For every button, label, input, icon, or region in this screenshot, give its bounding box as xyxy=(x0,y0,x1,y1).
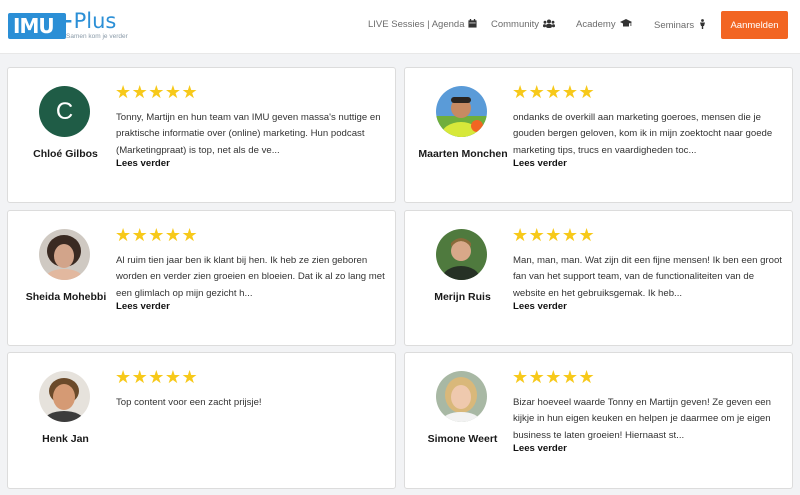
reviewer-name: Maarten Monchen xyxy=(418,148,508,160)
avatar xyxy=(436,229,487,280)
nav-community-label: Community xyxy=(491,19,540,30)
review-card: Merijn Ruis ★★★★★ Man, man, man. Wat zij… xyxy=(404,210,793,346)
review-text: Al ruim tien jaar ben ik klant bij hen. … xyxy=(116,255,385,299)
site-header: IMU +Plus Samen kom je verder LIVE Sessi… xyxy=(0,0,800,54)
avatar xyxy=(436,86,487,137)
logo-plus-text: +Plus xyxy=(56,9,117,33)
star-rating: ★★★★★ xyxy=(115,225,199,245)
reviewer-name: Simone Weert xyxy=(427,433,498,445)
avatar xyxy=(39,229,90,280)
users-icon xyxy=(543,19,556,30)
reviewer-name: Merijn Ruis xyxy=(434,291,491,303)
star-rating: ★★★★★ xyxy=(512,82,596,102)
review-text: Tonny, Martijn en hun team van IMU geven… xyxy=(116,112,381,156)
star-rating: ★★★★★ xyxy=(512,367,596,387)
logo-tagline: Samen kom je verder xyxy=(66,33,128,40)
reviewer-name: Sheida Mohebbi xyxy=(25,291,107,303)
review-card: Henk Jan ★★★★★ Top content voor een zach… xyxy=(7,352,396,489)
read-more-link[interactable]: Lees verder xyxy=(116,158,170,169)
star-rating: ★★★★★ xyxy=(115,367,199,387)
review-card: C Chloé Gilbos ★★★★★ Tonny, Martijn en h… xyxy=(7,67,396,203)
nav-academy-label: Academy xyxy=(576,19,616,30)
read-more-link[interactable]: Lees verder xyxy=(513,443,567,454)
read-more-link[interactable]: Lees verder xyxy=(513,158,567,169)
review-text: Man, man, man. Wat zijn dit een fijne me… xyxy=(513,255,782,299)
read-more-link[interactable]: Lees verder xyxy=(513,301,567,312)
star-rating: ★★★★★ xyxy=(115,82,199,102)
avatar: C xyxy=(39,86,90,137)
trophy-icon xyxy=(698,19,707,31)
review-text: Top content voor een zacht prijsje! xyxy=(116,397,262,408)
review-card: Sheida Mohebbi ★★★★★ Al ruim tien jaar b… xyxy=(7,210,396,346)
review-text: ondanks de overkill aan marketing goeroe… xyxy=(513,112,773,156)
review-text: Bizar hoeveel waarde Tonny en Martijn ge… xyxy=(513,397,771,441)
review-card: Maarten Monchen ★★★★★ ondanks de overkil… xyxy=(404,67,793,203)
nav-live-sessies[interactable]: LIVE Sessies | Agenda xyxy=(368,19,478,30)
nav-community[interactable]: Community xyxy=(491,19,556,30)
review-card: Simone Weert ★★★★★ Bizar hoeveel waarde … xyxy=(404,352,793,489)
calendar-icon xyxy=(468,19,478,30)
avatar xyxy=(39,371,90,422)
imu-plus-logo[interactable]: IMU +Plus Samen kom je verder xyxy=(8,9,138,43)
nav-academy[interactable]: Academy xyxy=(576,19,632,30)
reviewer-name: Chloé Gilbos xyxy=(33,148,98,160)
nav-seminars-label: Seminars xyxy=(654,19,695,31)
nav-seminars[interactable]: Seminars xyxy=(654,19,707,31)
aanmelden-button[interactable]: Aanmelden xyxy=(721,11,788,39)
graduation-cap-icon xyxy=(619,19,632,30)
star-rating: ★★★★★ xyxy=(512,225,596,245)
nav-live-label: LIVE Sessies | Agenda xyxy=(368,19,465,30)
reviewer-name: Henk Jan xyxy=(42,433,89,445)
read-more-link[interactable]: Lees verder xyxy=(116,301,170,312)
avatar xyxy=(436,371,487,422)
